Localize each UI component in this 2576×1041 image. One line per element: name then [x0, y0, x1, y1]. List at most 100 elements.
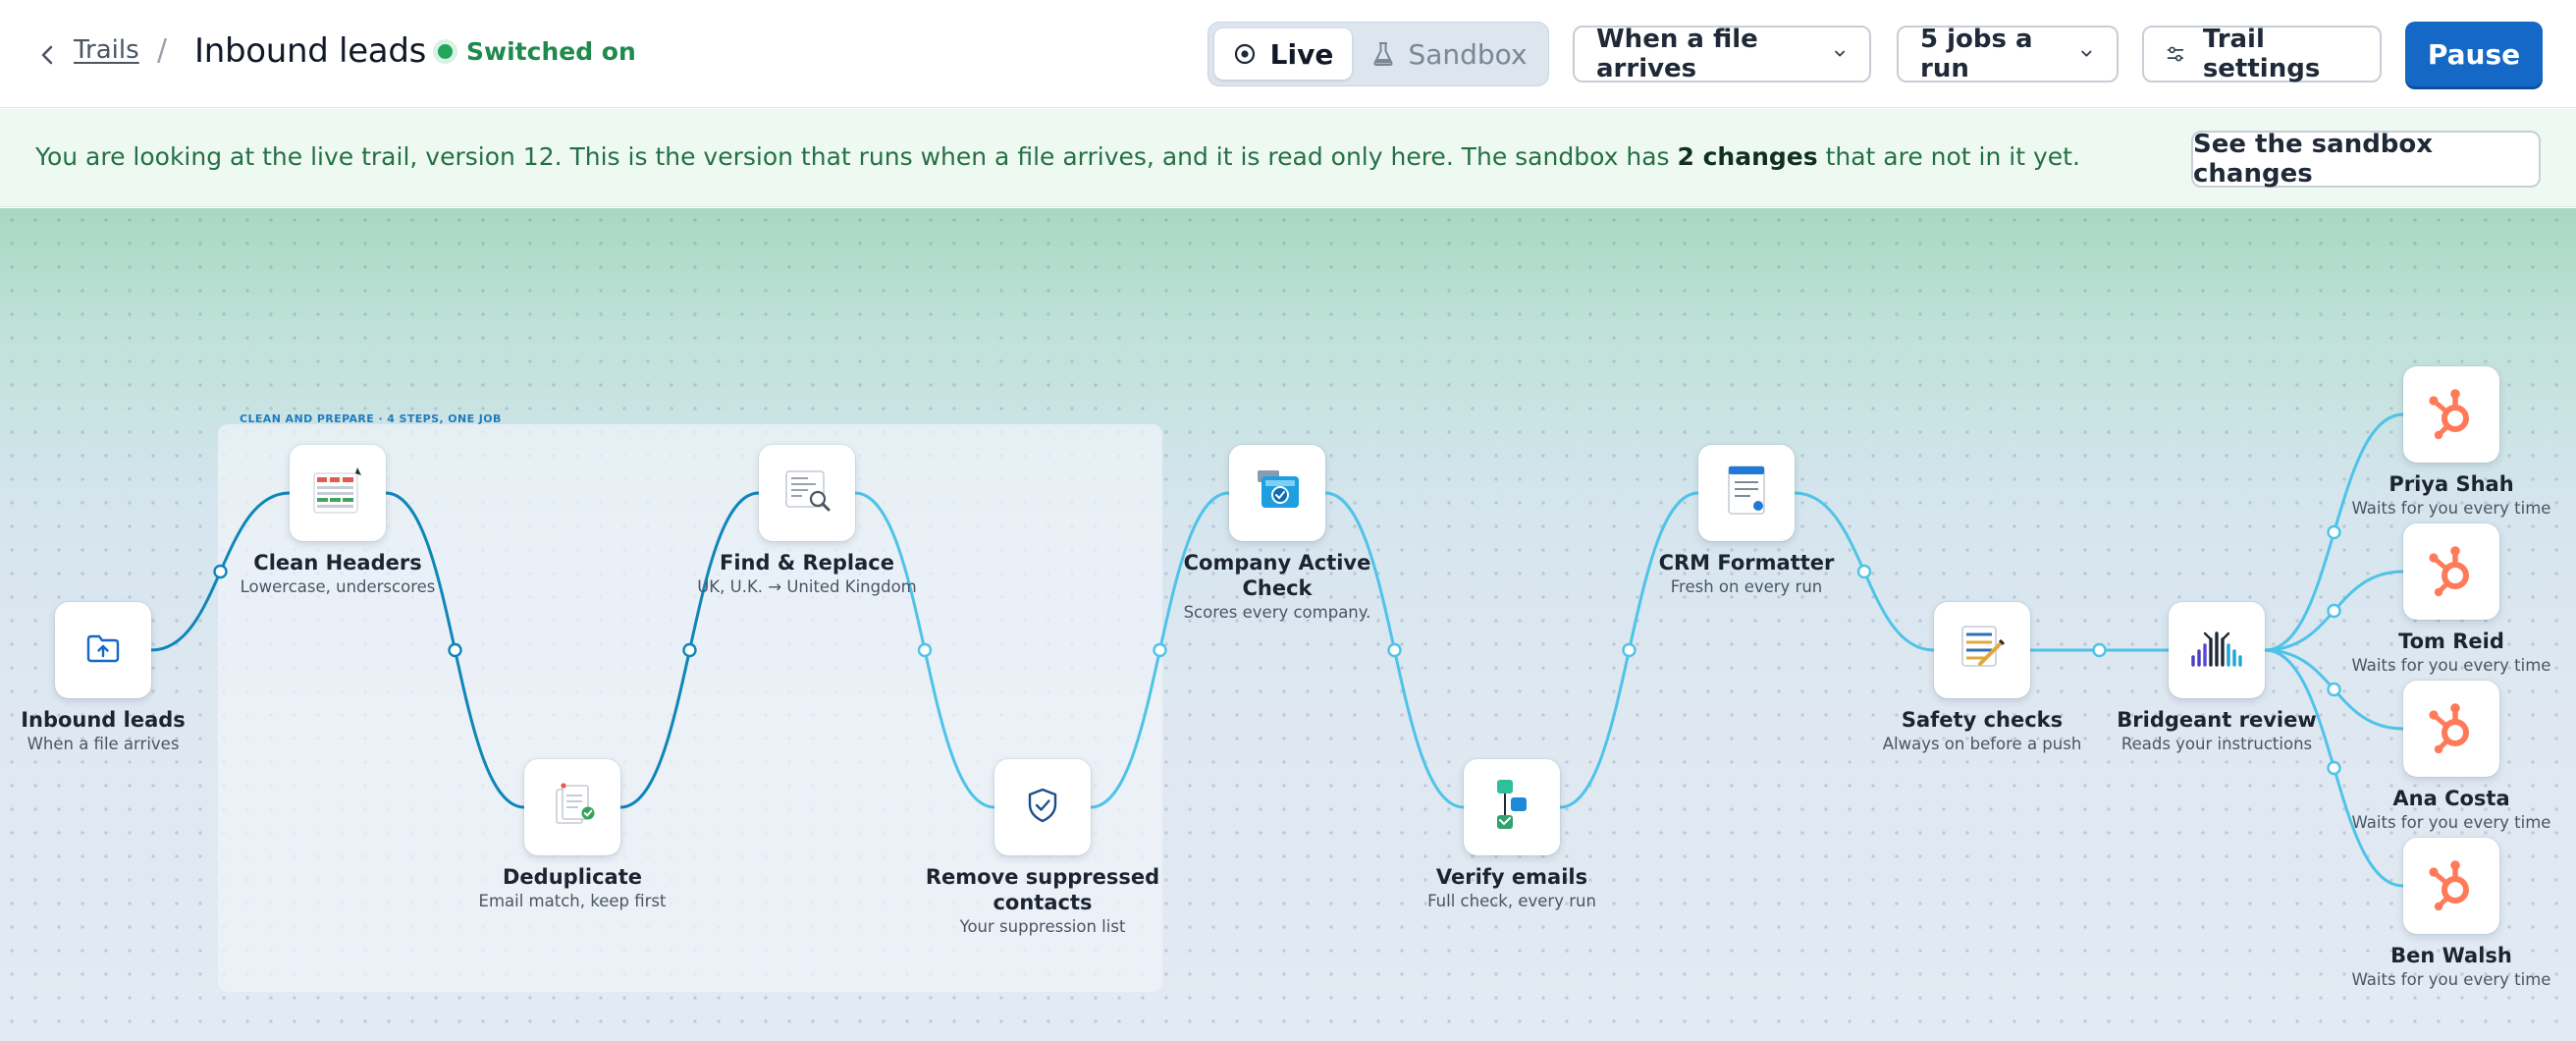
node-subtitle-remove-suppressed: Your suppression list — [959, 917, 1126, 936]
breadcrumb-separator: / — [157, 33, 168, 68]
hubspot-icon — [2423, 384, 2480, 445]
node-safety-checks[interactable] — [1934, 602, 2030, 698]
flask-icon — [1373, 42, 1394, 66]
banner-text-end: that are not in it yet. — [1817, 142, 2080, 171]
find-replace-icon — [778, 464, 835, 522]
node-subtitle-clean-headers: Lowercase, underscores — [240, 577, 436, 596]
mode-sandbox-tab[interactable]: Sandbox — [1358, 28, 1542, 80]
node-ben[interactable] — [2403, 838, 2499, 934]
trail-settings-label: Trail settings — [2202, 25, 2321, 83]
node-subtitle-trigger: When a file arrives — [27, 735, 180, 753]
chevron-left-icon[interactable] — [33, 37, 63, 73]
node-trigger[interactable] — [55, 602, 151, 698]
connector-handle[interactable] — [2327, 760, 2341, 776]
top-bar: Trails / Inbound leads Switched on Live … — [0, 0, 2576, 108]
node-crm-formatter[interactable] — [1698, 445, 1795, 541]
status-dot-icon — [438, 44, 453, 59]
node-subtitle-tom: Waits for you every time — [2351, 656, 2551, 675]
node-subtitle-crm-formatter: Fresh on every run — [1670, 577, 1823, 596]
connector-handle[interactable] — [1153, 642, 1167, 658]
node-title-ana: Ana Costa — [2392, 787, 2510, 810]
sliders-icon — [2167, 46, 2184, 62]
node-title-deduplicate: Deduplicate — [503, 865, 642, 889]
mode-switch: Live Sandbox — [1208, 22, 1549, 86]
banner-changes-count: 2 changes — [1677, 142, 1818, 171]
node-ana[interactable] — [2403, 681, 2499, 777]
safety-checklist-icon — [1953, 621, 2012, 680]
company-check-icon — [1248, 463, 1307, 523]
crm-form-icon — [1721, 463, 1772, 523]
hubspot-icon — [2423, 541, 2480, 602]
connector-handle[interactable] — [2327, 682, 2341, 697]
banner-text-start: You are looking at the live trail, versi… — [35, 142, 1678, 171]
node-subtitle-company-active: Scores every company. — [1183, 603, 1371, 622]
node-deduplicate[interactable] — [524, 759, 620, 855]
node-bridgeant-review[interactable] — [2169, 602, 2265, 698]
node-title-verify-emails: Verify emails — [1435, 865, 1588, 889]
status-indicator: Switched on — [438, 37, 636, 66]
node-title-remove-suppressed: Remove suppressed contacts — [925, 865, 1160, 915]
node-title-clean-headers: Clean Headers — [253, 551, 422, 575]
trail-settings-button[interactable]: Trail settings — [2142, 25, 2382, 83]
shield-check-icon — [1026, 787, 1059, 828]
node-remove-suppressed[interactable] — [994, 759, 1091, 855]
node-subtitle-find-replace: UK, U.K. → United Kingdom — [697, 577, 917, 596]
node-title-company-active: Company Active Check — [1183, 551, 1371, 601]
node-title-safety-checks: Safety checks — [1901, 708, 2064, 732]
status-label: Switched on — [466, 37, 636, 66]
hubspot-icon — [2423, 698, 2480, 759]
workflow-canvas[interactable]: CLEAN AND PREPARE · 4 STEPS, ONE JOB Inb… — [0, 208, 2576, 1041]
connector-handle[interactable] — [682, 642, 697, 658]
trigger-dropdown[interactable]: When a file arrives — [1573, 25, 1871, 83]
connector-handle[interactable] — [1856, 564, 1872, 579]
connector-handle[interactable] — [1622, 642, 1637, 658]
jobs-dropdown[interactable]: 5 jobs a run — [1897, 25, 2119, 83]
connector-handle[interactable] — [917, 642, 933, 658]
node-title-ben: Ben Walsh — [2390, 944, 2512, 967]
duplicate-docs-icon — [545, 778, 600, 837]
connector-handle[interactable] — [1387, 642, 1402, 658]
bridgeant-logo-icon — [2185, 624, 2248, 677]
page-title: Inbound leads — [194, 31, 427, 71]
radio-target-icon — [1234, 43, 1255, 65]
node-subtitle-deduplicate: Email match, keep first — [478, 892, 667, 910]
table-headers-icon — [308, 464, 367, 522]
mode-live-tab[interactable]: Live — [1214, 28, 1352, 80]
chevron-down-icon — [2081, 50, 2092, 57]
node-subtitle-ben: Waits for you every time — [2351, 970, 2551, 989]
mode-sandbox-label: Sandbox — [1408, 37, 1528, 71]
node-title-bridgeant-review: Bridgeant review — [2117, 708, 2317, 732]
connector-handle[interactable] — [448, 642, 462, 658]
trigger-dropdown-label: When a file arrives — [1596, 25, 1758, 83]
node-subtitle-bridgeant-review: Reads your instructions — [2120, 735, 2313, 753]
mode-live-label: Live — [1269, 37, 1334, 71]
node-verify-emails[interactable] — [1464, 759, 1560, 855]
pause-button[interactable]: Pause — [2405, 22, 2543, 86]
jobs-dropdown-label: 5 jobs a run — [1920, 25, 2033, 83]
node-tom[interactable] — [2403, 523, 2499, 620]
hubspot-icon — [2423, 855, 2480, 916]
connector-handle[interactable] — [2092, 642, 2107, 658]
connector-handle[interactable] — [2327, 603, 2341, 619]
see-sandbox-changes-button[interactable]: See the sandbox changes — [2191, 130, 2541, 189]
banner-message: You are looking at the live trail, versi… — [35, 142, 2080, 171]
live-version-banner: You are looking at the live trail, versi… — [0, 109, 2576, 207]
node-subtitle-ana: Waits for you every time — [2351, 813, 2551, 832]
verify-flow-icon — [1489, 776, 1534, 839]
node-title-priya: Priya Shah — [2388, 472, 2514, 496]
node-clean-headers[interactable] — [290, 445, 386, 541]
chevron-down-icon — [1834, 50, 1845, 57]
node-subtitle-verify-emails: Full check, every run — [1427, 892, 1596, 910]
node-company-active[interactable] — [1229, 445, 1325, 541]
node-title-find-replace: Find & Replace — [720, 551, 894, 575]
connector-handle[interactable] — [213, 564, 228, 579]
node-subtitle-priya: Waits for you every time — [2351, 499, 2551, 518]
node-find-replace[interactable] — [759, 445, 855, 541]
node-priya[interactable] — [2403, 366, 2499, 463]
breadcrumb-trails-link[interactable]: Trails — [74, 35, 139, 65]
folder-upload-icon — [86, 633, 120, 667]
node-title-crm-formatter: CRM Formatter — [1658, 551, 1835, 575]
node-subtitle-safety-checks: Always on before a push — [1882, 735, 2082, 753]
connector-handle[interactable] — [2327, 524, 2341, 540]
node-title-tom: Tom Reid — [2398, 630, 2504, 653]
